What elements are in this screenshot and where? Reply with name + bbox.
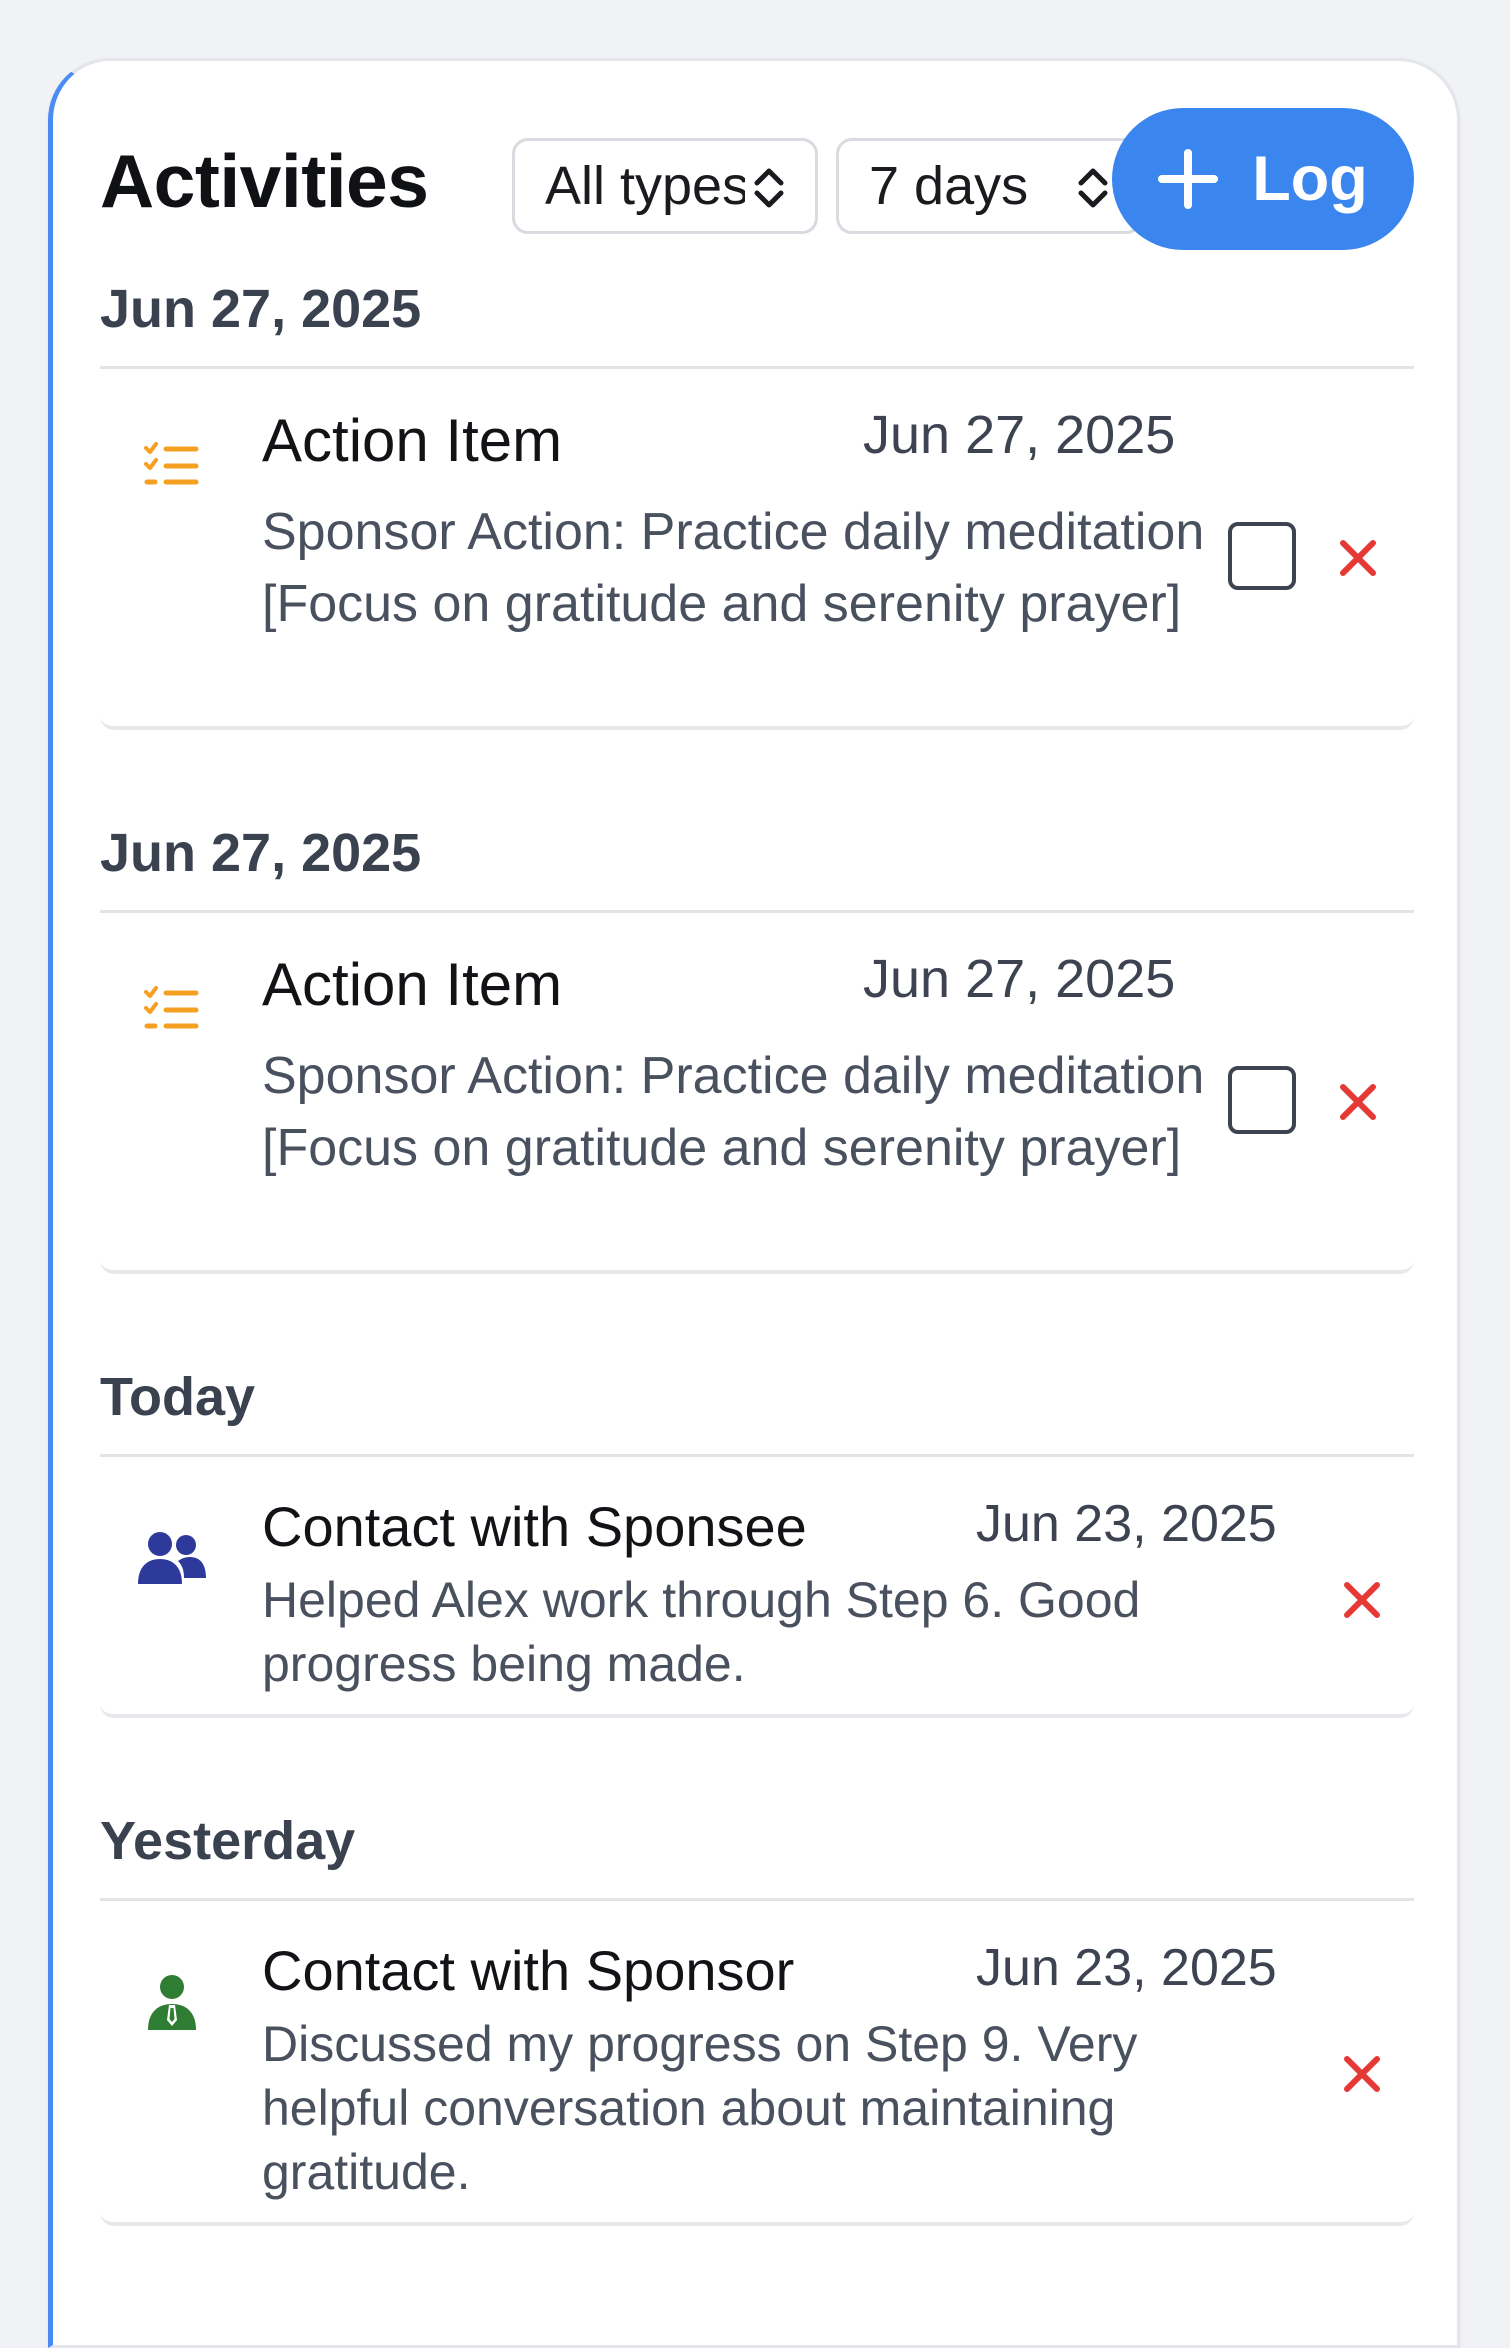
activity-description: Discussed my progress on Step 9. Very he… bbox=[262, 2016, 1138, 2200]
activities-header: Activities All types 7 days Log bbox=[100, 108, 1450, 250]
section-heading: Jun 27, 2025 bbox=[100, 279, 422, 339]
activity-date: Jun 27, 2025 bbox=[863, 405, 1176, 465]
section-divider bbox=[100, 910, 1414, 913]
type-filter-value: All types bbox=[545, 156, 745, 216]
checklist-icon bbox=[144, 986, 199, 1029]
section-divider bbox=[100, 366, 1414, 369]
page-title: Activities bbox=[100, 139, 429, 223]
checklist-icon bbox=[144, 442, 199, 485]
activity-title: Action Item bbox=[262, 407, 563, 474]
delete-x-icon[interactable] bbox=[1342, 1580, 1382, 1620]
activity-date: Jun 23, 2025 bbox=[976, 1495, 1277, 1553]
activity-date: Jun 27, 2025 bbox=[863, 949, 1176, 1009]
activity-description: Helped Alex work through Step 6. Good pr… bbox=[262, 1572, 1141, 1692]
activity-title: Action Item bbox=[262, 951, 563, 1018]
section-heading: Jun 27, 2025 bbox=[100, 823, 422, 883]
log-activity-button[interactable]: Log bbox=[1112, 108, 1414, 250]
activity-item: Contact with Sponsor Jun 23, 2025 Discus… bbox=[100, 1918, 1414, 2226]
activity-item: Contact with Sponsee Jun 23, 2025 Helped… bbox=[100, 1474, 1414, 1718]
activity-description: Sponsor Action: Practice daily meditatio… bbox=[262, 1047, 1205, 1177]
delete-x-icon[interactable] bbox=[1342, 2054, 1382, 2094]
log-button-label: Log bbox=[1252, 144, 1368, 214]
range-filter-select[interactable]: 7 days bbox=[836, 138, 1142, 234]
activity-title: Contact with Sponsor bbox=[262, 1939, 795, 2002]
activity-item: Action Item Jun 27, 2025 Sponsor Action:… bbox=[100, 930, 1414, 1274]
range-filter-value: 7 days bbox=[869, 156, 1029, 216]
section-heading: Yesterday bbox=[100, 1811, 356, 1871]
chevron-updown-icon bbox=[754, 168, 784, 208]
type-filter-select[interactable]: All types bbox=[512, 138, 818, 234]
users-icon bbox=[138, 1532, 206, 1584]
delete-x-icon[interactable] bbox=[1338, 538, 1378, 578]
section-divider bbox=[100, 1898, 1414, 1901]
plus-icon bbox=[1158, 149, 1219, 209]
activity-item: Action Item Jun 27, 2025 Sponsor Action:… bbox=[100, 386, 1414, 730]
delete-x-icon[interactable] bbox=[1338, 1082, 1378, 1122]
complete-checkbox[interactable] bbox=[1228, 1066, 1296, 1134]
person-tie-icon bbox=[148, 1975, 196, 2030]
section-heading: Today bbox=[100, 1367, 256, 1427]
activity-description: Sponsor Action: Practice daily meditatio… bbox=[262, 503, 1205, 633]
chevron-updown-icon bbox=[1078, 168, 1108, 208]
section-divider bbox=[100, 1454, 1414, 1457]
complete-checkbox[interactable] bbox=[1228, 522, 1296, 590]
activity-title: Contact with Sponsee bbox=[262, 1495, 807, 1558]
activity-date: Jun 23, 2025 bbox=[976, 1939, 1277, 1997]
